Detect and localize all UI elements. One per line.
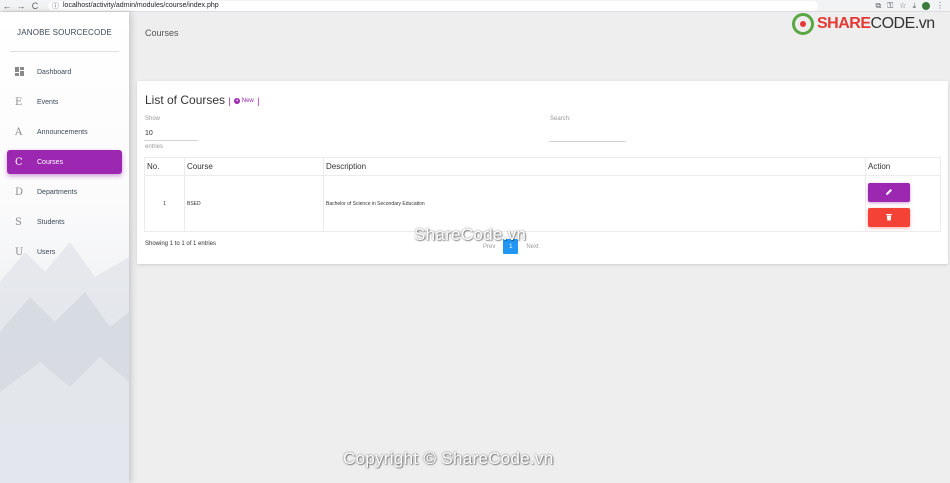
column-header-action[interactable]: Action (865, 157, 941, 176)
sidebar-item-events[interactable]: E Events (7, 90, 122, 114)
url-text: localhost/activity/admin/modules/course/… (63, 2, 219, 9)
sidebar-item-label: Announcements (37, 128, 88, 136)
courses-table: No. Course Description Action 1 BSED Bac… (144, 157, 941, 232)
title-separator: | (257, 96, 260, 106)
site-info-icon[interactable]: ⓘ (52, 1, 59, 11)
column-header-description[interactable]: Description (323, 157, 866, 176)
sidebar-item-departments[interactable]: D Departments (7, 180, 122, 204)
browser-actions: ⧉ ⚿ ☆ ⤓ ⋮ (875, 1, 950, 11)
address-bar[interactable]: ⓘ localhost/activity/admin/modules/cours… (48, 0, 818, 11)
sidebar-item-label: Departments (37, 188, 78, 196)
sidebar-item-dashboard[interactable]: Dashboard (7, 60, 122, 84)
cell-no: 1 (144, 175, 185, 232)
back-arrow-icon[interactable]: ← (0, 0, 14, 12)
sidebar-item-courses[interactable]: C Courses (7, 150, 122, 174)
sidebar-item-letter: D (15, 186, 24, 198)
sidebar-item-announcements[interactable]: A Announcements (7, 120, 122, 144)
pencil-icon (886, 188, 892, 195)
new-course-link[interactable]: + New (234, 97, 254, 105)
sidebar-item-label: Courses (37, 158, 64, 166)
sidebar-menu: Dashboard E Events A Announcements C Cou… (0, 60, 129, 264)
cell-description: Bachelor of Science in Secondary Educati… (323, 175, 866, 232)
browser-toolbar: ← → C ⓘ localhost/activity/admin/modules… (0, 0, 950, 12)
column-header-no[interactable]: No. (144, 157, 185, 176)
sidebar-item-label: Users (37, 248, 56, 256)
sidebar-item-students[interactable]: S Students (7, 210, 122, 234)
sidebar-item-letter: U (15, 246, 24, 258)
dashboard-icon (15, 66, 37, 78)
search-input[interactable] (549, 128, 626, 142)
table-info: Showing 1 to 1 of 1 entries (145, 241, 217, 247)
title-separator: | (228, 96, 231, 106)
sidebar-brand[interactable]: JANOBE SOURCECODE (0, 12, 129, 52)
delete-button[interactable] (868, 207, 910, 227)
sharecode-logo-text: SHARECODE.vn (817, 15, 935, 32)
new-link-label: New (241, 98, 254, 105)
sidebar-item-letter: S (15, 216, 22, 228)
bookmark-star-icon[interactable]: ☆ (899, 1, 906, 10)
card-title: List of Courses | + New | (145, 93, 259, 107)
show-label: Show (145, 116, 161, 122)
sidebar-item-letter: E (15, 96, 23, 108)
reload-icon[interactable]: C (28, 0, 42, 12)
entries-label: entries (145, 144, 164, 150)
pagination-next[interactable]: Next (526, 244, 538, 250)
watermark-center: ShareCode.vn (414, 225, 527, 244)
translate-icon[interactable]: ⧉ (875, 1, 881, 11)
sidebar-item-label: Dashboard (37, 68, 72, 76)
watermark-copyright: Copyright © ShareCode.vn (343, 449, 554, 468)
sidebar: JANOBE SOURCECODE Dashboard E Events A A… (0, 12, 129, 483)
search-label: Search: (550, 116, 571, 122)
sidebar-item-label: Events (37, 98, 59, 106)
sharecode-logo-icon (792, 13, 814, 35)
kebab-menu-icon[interactable]: ⋮ (936, 1, 944, 10)
courses-card: List of Courses | + New | Show entries S… (137, 81, 948, 264)
edit-button[interactable] (868, 182, 910, 202)
table-header-row: No. Course Description Action (144, 157, 941, 176)
trash-icon (886, 213, 892, 221)
sidebar-item-letter: C (15, 156, 23, 168)
entries-per-page-select[interactable] (144, 127, 198, 141)
sharecode-logo: SHARECODE.vn (792, 13, 935, 35)
forward-arrow-icon[interactable]: → (14, 0, 28, 12)
sidebar-item-letter: A (15, 126, 23, 138)
download-icon[interactable]: ⤓ (912, 1, 916, 11)
key-icon[interactable]: ⚿ (887, 1, 893, 11)
table-row: 1 BSED Bachelor of Science in Secondary … (144, 175, 941, 232)
card-title-text: List of Courses (145, 93, 226, 107)
sidebar-item-label: Students (37, 218, 65, 226)
profile-avatar[interactable] (922, 1, 930, 10)
cell-course: BSED (184, 175, 324, 232)
column-header-course[interactable]: Course (184, 157, 324, 176)
cell-action (865, 175, 941, 232)
sidebar-item-users[interactable]: U Users (7, 240, 122, 264)
sidebar-background-mountain (0, 242, 129, 483)
plus-circle-icon: + (234, 97, 241, 104)
page-title: Courses (145, 28, 179, 38)
